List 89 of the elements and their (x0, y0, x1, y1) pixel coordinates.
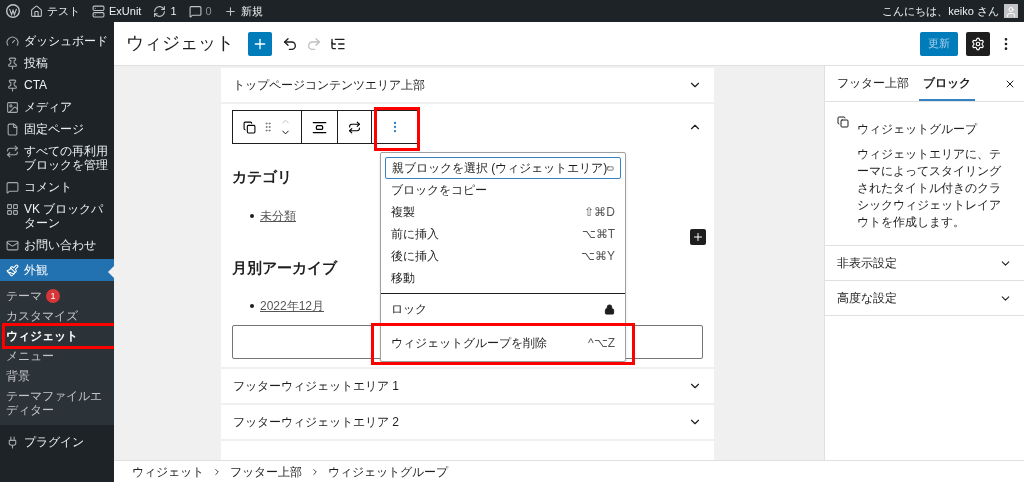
block-type-icon[interactable] (243, 120, 256, 134)
pin-icon (6, 79, 19, 92)
settings-icon (971, 36, 985, 51)
shortcut-text: ⌥⌘Y (581, 248, 615, 265)
panel-section-header[interactable]: 高度な設定 (825, 281, 1024, 316)
gauge-icon (6, 35, 19, 48)
submenu-item[interactable]: テーマ 1 (0, 286, 114, 306)
menu-item[interactable]: ウィジェットグループを削除 ^⌥Z (385, 329, 621, 357)
transform-icon[interactable] (348, 120, 361, 134)
breadcrumb-link[interactable]: フッター上部 (230, 462, 302, 481)
plus-icon (692, 230, 704, 243)
admin-bar-link[interactable]: 1 (153, 2, 177, 20)
panel-section-header[interactable]: 非表示設定 (825, 246, 1024, 281)
admin-bar-link[interactable]: 新規 (223, 2, 263, 20)
widget-heading: カテゴリ (232, 167, 292, 187)
shortcut-text: ⇧⌘D (584, 204, 615, 221)
submenu-item[interactable]: テーマファイルエディター (0, 386, 114, 420)
widget-area-header[interactable]: トップページコンテンツエリア上部 (221, 68, 714, 104)
grid-icon (6, 203, 19, 216)
sidebar-item[interactable]: メディア (0, 96, 114, 118)
sidebar-item[interactable]: VK ブロックパターン (0, 198, 114, 234)
sidebar-item[interactable]: CTA (0, 74, 114, 96)
panel-tab[interactable]: フッター上部 (833, 66, 913, 101)
greeting-text[interactable]: こんにちは、keiko さん (882, 2, 999, 20)
lock-icon (604, 303, 615, 315)
spacing-icon[interactable] (312, 119, 327, 135)
settings-button[interactable] (966, 31, 990, 56)
block-name: ウィジェットグループ (857, 121, 979, 138)
server-icon (92, 4, 105, 18)
block-description: ウィジェットエリアに、テーマによってスタイリングされたタイトル付きのクラシックウィジェットレイアウトを作成します。 (857, 146, 1002, 231)
add-block-button[interactable] (248, 31, 272, 56)
breadcrumb-link[interactable]: ウィジェット (132, 462, 204, 481)
bullet-icon (250, 304, 254, 308)
page-icon (6, 123, 19, 136)
sidebar-item[interactable]: 投稿 (0, 52, 114, 74)
comment-icon (188, 4, 202, 18)
admin-bar-link[interactable]: 0 (188, 2, 212, 20)
sidebar-item[interactable]: コメント (0, 176, 114, 198)
panel-tab[interactable]: ブロック (919, 66, 975, 101)
drag-handle-icon[interactable] (262, 121, 274, 133)
widget-area-header[interactable]: フッターウィジェットエリア 1 (221, 369, 714, 405)
bullet-icon (250, 213, 254, 218)
comment-icon (6, 181, 19, 194)
widget-area-title: フッターウィジェットエリア 1 (233, 378, 399, 395)
submenu-item[interactable]: 背景 (0, 366, 114, 386)
widget-link[interactable]: 未分類 (260, 206, 296, 225)
shortcut-text: ^⌥Z (588, 335, 615, 352)
inserter-button[interactable] (690, 228, 706, 245)
brush-icon (6, 264, 19, 277)
mail-icon (6, 239, 19, 252)
widget-link[interactable]: 2022年12月 (260, 297, 325, 315)
admin-bar-link[interactable]: ExUnit (92, 2, 142, 20)
page-title: ウィジェット (126, 32, 234, 55)
refresh-icon (153, 4, 167, 18)
wordpress-logo-icon[interactable] (6, 4, 20, 18)
avatar-icon (1004, 4, 1018, 18)
pin-icon (6, 57, 19, 70)
menu-item[interactable]: 後に挿入 ⌥⌘Y (385, 245, 621, 267)
admin-bar-link[interactable]: テスト (30, 2, 80, 20)
sidebar-item[interactable]: お問い合わせ (0, 234, 114, 256)
plug-icon (6, 436, 19, 449)
block-type-icon (837, 116, 849, 128)
sidebar-item[interactable]: すべての再利用ブロックを管理 (0, 140, 114, 176)
submenu-item[interactable]: カスタマイズ (0, 306, 114, 326)
menu-item[interactable]: 複製 ⇧⌘D (385, 201, 621, 223)
home-icon (30, 4, 43, 18)
plus-icon (223, 4, 237, 18)
breadcrumb-link[interactable]: ウィジェットグループ (328, 462, 448, 481)
shortcut-text: ⌥⌘T (581, 226, 615, 243)
separator-icon (212, 466, 222, 477)
menu-item[interactable]: 移動 (385, 267, 621, 289)
sidebar-item[interactable]: プラグイン (0, 431, 114, 453)
menu-item[interactable]: 親ブロックを選択 (ウィジェットエリア) (385, 157, 621, 179)
widget-area-title: フッターウィジェットエリア 2 (233, 414, 399, 431)
update-count-badge: 1 (46, 289, 60, 303)
menu-item[interactable]: ロック (385, 298, 621, 320)
submenu-item[interactable]: メニュー (0, 346, 114, 366)
image-icon (6, 101, 19, 114)
widget-area-title: トップページコンテンツエリア上部 (233, 77, 425, 94)
menu-item[interactable]: 前に挿入 ⌥⌘T (385, 223, 621, 245)
widget-heading: 月別アーカイブ (232, 257, 337, 278)
undo-icon[interactable] (282, 35, 298, 52)
sidebar-item[interactable]: ダッシュボード (0, 30, 114, 52)
menu-item[interactable]: ブロックをコピー (385, 179, 621, 201)
separator-icon (310, 466, 320, 477)
repeat-icon (6, 145, 19, 158)
widget-area-header[interactable]: フッターウィジェットエリア 2 (221, 405, 714, 441)
sidebar-item[interactable]: 固定ページ (0, 118, 114, 140)
sidebar-item[interactable]: 外観 (0, 259, 114, 281)
